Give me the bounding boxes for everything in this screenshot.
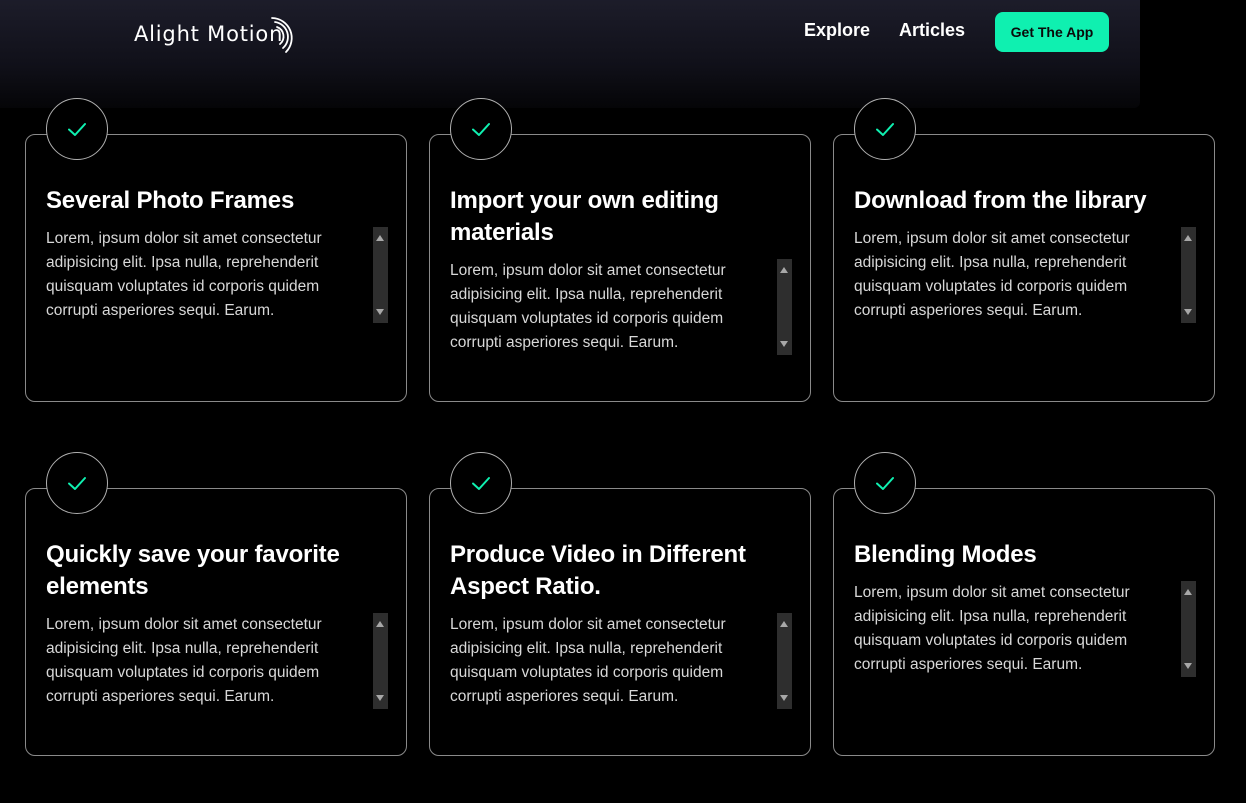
scroll-down-arrow-icon[interactable] xyxy=(1184,309,1192,315)
scroll-up-arrow-icon[interactable] xyxy=(780,621,788,627)
check-badge xyxy=(450,98,512,160)
check-icon xyxy=(876,477,894,490)
feature-title: Import your own editing materials xyxy=(450,187,719,246)
feature-text-scroll-area[interactable]: Lorem, ipsum dolor sit amet consectetur … xyxy=(854,581,1196,677)
scroll-down-arrow-icon[interactable] xyxy=(780,695,788,701)
feature-title: Produce Video in Different Aspect Ratio. xyxy=(450,541,746,600)
feature-card-blending-modes: Blending Modes Lorem, ipsum dolor sit am… xyxy=(833,452,1215,756)
check-icon xyxy=(472,477,490,490)
feature-title: Several Photo Frames xyxy=(46,187,295,214)
feature-text-scroll-area[interactable]: Lorem, ipsum dolor sit amet consectetur … xyxy=(854,227,1196,323)
scrollbar[interactable] xyxy=(1181,581,1196,677)
feature-text: Lorem, ipsum dolor sit amet consectetur … xyxy=(450,616,726,705)
scroll-up-arrow-icon[interactable] xyxy=(376,621,384,627)
scrollbar[interactable] xyxy=(1181,227,1196,323)
feature-text: Lorem, ipsum dolor sit amet consectetur … xyxy=(854,230,1130,319)
scrollbar[interactable] xyxy=(777,259,792,355)
logo[interactable]: Alight Motion xyxy=(134,12,293,56)
check-badge xyxy=(450,452,512,514)
feature-title: Quickly save your favorite elements xyxy=(46,541,340,600)
feature-card-aspect-ratio: Produce Video in Different Aspect Ratio.… xyxy=(429,452,811,756)
swoosh-logo-icon xyxy=(271,17,293,53)
check-badge xyxy=(46,452,108,514)
feature-card-photo-frames: Several Photo Frames Lorem, ipsum dolor … xyxy=(25,98,407,402)
scroll-up-arrow-icon[interactable] xyxy=(376,235,384,241)
scroll-up-arrow-icon[interactable] xyxy=(1184,589,1192,595)
feature-title: Download from the library xyxy=(854,187,1147,214)
check-icon xyxy=(472,123,490,136)
check-badge xyxy=(854,452,916,514)
scrollbar[interactable] xyxy=(373,227,388,323)
check-badge xyxy=(46,98,108,160)
feature-text: Lorem, ipsum dolor sit amet consectetur … xyxy=(46,230,322,319)
feature-card-import-materials: Import your own editing materials Lorem,… xyxy=(429,98,811,402)
check-icon xyxy=(876,123,894,136)
scroll-down-arrow-icon[interactable] xyxy=(1184,663,1192,669)
feature-text-scroll-area[interactable]: Lorem, ipsum dolor sit amet consectetur … xyxy=(46,227,388,323)
scrollbar[interactable] xyxy=(777,613,792,709)
nav-explore-link[interactable]: Explore xyxy=(804,20,870,41)
scrollbar[interactable] xyxy=(373,613,388,709)
feature-title: Blending Modes xyxy=(854,541,1037,568)
site-header: Alight Motion Explore Articles Get The A… xyxy=(0,0,1246,64)
nav-articles-link[interactable]: Articles xyxy=(899,20,965,41)
feature-text-scroll-area[interactable]: Lorem, ipsum dolor sit amet consectetur … xyxy=(450,613,792,709)
scroll-down-arrow-icon[interactable] xyxy=(376,695,384,701)
feature-text: Lorem, ipsum dolor sit amet consectetur … xyxy=(46,616,322,705)
feature-card-download-library: Download from the library Lorem, ipsum d… xyxy=(833,98,1215,402)
check-icon xyxy=(68,477,86,490)
scroll-down-arrow-icon[interactable] xyxy=(780,341,788,347)
scroll-down-arrow-icon[interactable] xyxy=(376,309,384,315)
feature-text-scroll-area[interactable]: Lorem, ipsum dolor sit amet consectetur … xyxy=(450,259,792,355)
check-badge xyxy=(854,98,916,160)
feature-text: Lorem, ipsum dolor sit amet consectetur … xyxy=(854,584,1130,673)
feature-card-save-favorites: Quickly save your favorite elements Lore… xyxy=(25,452,407,756)
scroll-up-arrow-icon[interactable] xyxy=(1184,235,1192,241)
page: Alight Motion Explore Articles Get The A… xyxy=(0,0,1246,803)
check-icon xyxy=(68,123,86,136)
feature-text: Lorem, ipsum dolor sit amet consectetur … xyxy=(450,262,726,351)
feature-text-scroll-area[interactable]: Lorem, ipsum dolor sit amet consectetur … xyxy=(46,613,388,709)
get-the-app-button[interactable]: Get The App xyxy=(995,12,1109,52)
scroll-up-arrow-icon[interactable] xyxy=(780,267,788,273)
